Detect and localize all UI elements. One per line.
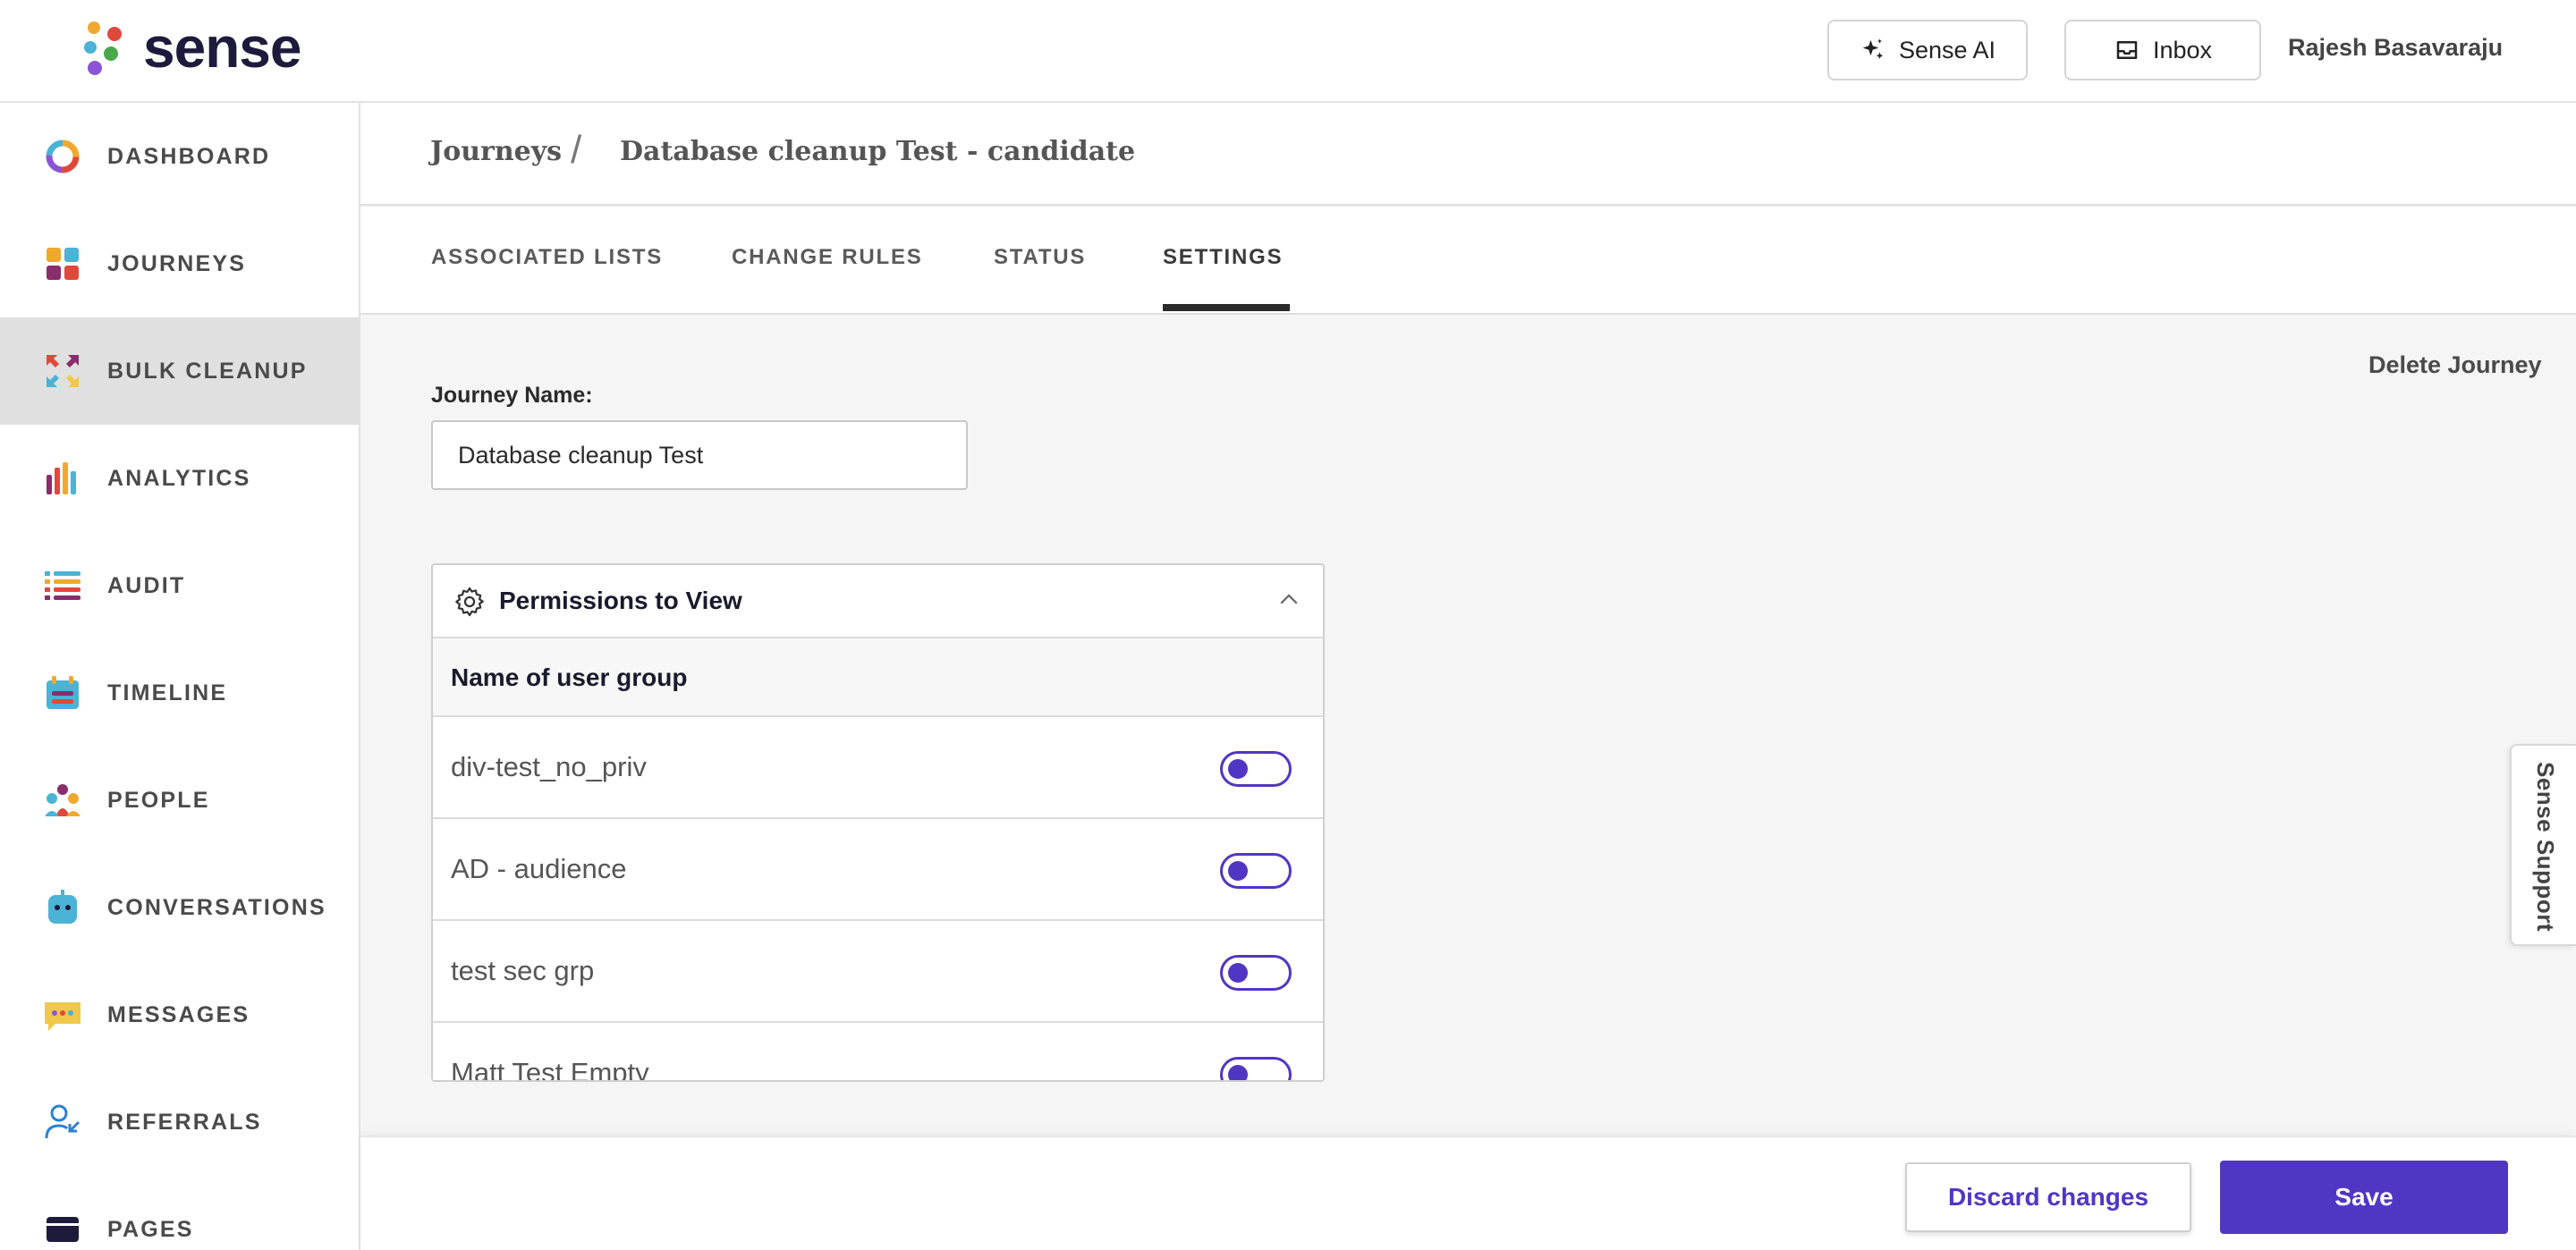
sidebar-item-label: DASHBOARD [107,143,271,169]
breadcrumb-separator: / [571,128,582,172]
sidebar-item-referrals[interactable]: REFERRALS [0,1068,359,1176]
breadcrumb: Journeys / Database cleanup Test - candi… [360,103,2576,206]
sense-support-label: Sense Support [2532,762,2559,932]
messages-bubble-icon [45,1002,80,1031]
user-group-name: test sec grp [451,955,595,986]
toggle-knob [1228,759,1248,779]
sense-support-tab[interactable]: Sense Support [2510,744,2576,946]
inbox-label: Inbox [2152,36,2213,63]
permissions-panel: Permissions to View Name of user group d… [431,563,1325,1082]
conversations-robot-icon [48,890,77,924]
user-menu[interactable]: Rajesh Basavaraju [2288,34,2503,62]
permission-toggle[interactable] [1220,751,1292,787]
save-button[interactable]: Save [2220,1161,2508,1234]
sidebar-item-label: PAGES [107,1216,194,1242]
pages-window-icon [47,1217,79,1242]
sidebar-nav: DASHBOARD JOURNEYS BULK CLEANUP ANALYTIC… [0,103,360,1250]
tab-settings[interactable]: SETTINGS [1163,245,1283,270]
permission-toggle[interactable] [1220,1057,1292,1080]
permissions-panel-header[interactable]: Permissions to View [433,565,1323,638]
sidebar-item-label: BULK CLEANUP [107,358,308,384]
sidebar-item-messages[interactable]: MESSAGES [0,961,359,1068]
sidebar-item-label: PEOPLE [107,787,210,813]
journey-name-label: Journey Name: [431,383,593,408]
toggle-knob [1228,1065,1248,1080]
user-group-row: Matt Test Empty [433,1023,1323,1082]
user-group-row: test sec grp [433,921,1323,1023]
inbox-button[interactable]: Inbox [2064,20,2261,80]
sidebar-item-label: REFERRALS [107,1109,262,1135]
sidebar-item-conversations[interactable]: CONVERSATIONS [0,854,359,961]
delete-journey-button[interactable]: Delete Journey [2368,351,2542,379]
discard-changes-button[interactable]: Discard changes [1905,1162,2191,1232]
timeline-calendar-icon [47,676,79,709]
sense-ai-label: Sense AI [1898,36,1996,63]
top-bar: sense Sense AI Inbox Rajesh Basavaraju [0,0,2576,103]
tab-status[interactable]: STATUS [994,245,1086,270]
logo-dots-icon [84,20,123,75]
sidebar-item-label: JOURNEYS [107,250,247,276]
action-footer: Discard changes Save [360,1136,2576,1250]
sparkle-icon [1862,38,1884,59]
sense-logo[interactable]: sense [84,18,301,77]
permissions-title: Permissions to View [499,587,742,614]
sidebar-item-audit[interactable]: AUDIT [0,532,359,639]
sidebar-item-label: CONVERSATIONS [107,894,326,920]
people-group-icon [45,784,80,816]
sidebar-item-dashboard[interactable]: DASHBOARD [0,103,359,210]
sidebar-item-label: AUDIT [107,572,186,598]
user-group-name: AD - audience [451,853,627,884]
sidebar-item-label: MESSAGES [107,1001,250,1027]
sidebar-item-pages[interactable]: PAGES [0,1176,359,1250]
toggle-knob [1228,963,1248,983]
page-title: Database cleanup Test - candidate [620,136,1136,167]
journey-name-input[interactable] [431,420,968,490]
sidebar-item-journeys[interactable]: JOURNEYS [0,210,359,317]
sidebar-item-people[interactable]: PEOPLE [0,747,359,854]
sidebar-item-bulk-cleanup[interactable]: BULK CLEANUP [0,317,359,425]
tab-associated-lists[interactable]: ASSOCIATED LISTS [431,245,663,270]
active-tab-indicator [1163,304,1290,311]
bulk-cleanup-arrows-icon [47,355,79,387]
column-header-label: Name of user group [451,663,688,691]
user-group-row: div-test_no_priv [433,717,1323,819]
sidebar-item-label: ANALYTICS [107,465,251,491]
user-group-name: div-test_no_priv [451,751,647,782]
toggle-knob [1228,861,1248,881]
dashboard-ring-icon [46,139,80,173]
sidebar-item-analytics[interactable]: ANALYTICS [0,425,359,532]
permission-toggle[interactable] [1220,955,1292,991]
gear-icon [455,587,484,617]
analytics-bars-icon [47,462,76,494]
chevron-up-icon[interactable] [1275,587,1302,613]
permissions-column-header: Name of user group [433,638,1323,717]
sidebar-item-timeline[interactable]: TIMELINE [0,639,359,747]
tab-bar: ASSOCIATED LISTS CHANGE RULES STATUS SET… [360,207,2576,315]
user-group-name: Matt Test Empty [451,1057,649,1082]
sidebar-item-label: TIMELINE [107,680,228,705]
referrals-user-icon [45,1104,80,1139]
breadcrumb-journeys-link[interactable]: Journeys [430,136,562,167]
tab-change-rules[interactable]: CHANGE RULES [732,245,923,270]
journeys-grid-icon [47,248,79,280]
user-group-row: AD - audience [433,819,1323,921]
permission-toggle[interactable] [1220,853,1292,889]
sense-ai-button[interactable]: Sense AI [1827,20,2028,80]
logo-wordmark: sense [143,15,301,80]
audit-list-icon [45,571,80,600]
inbox-tray-icon [2116,41,2138,59]
